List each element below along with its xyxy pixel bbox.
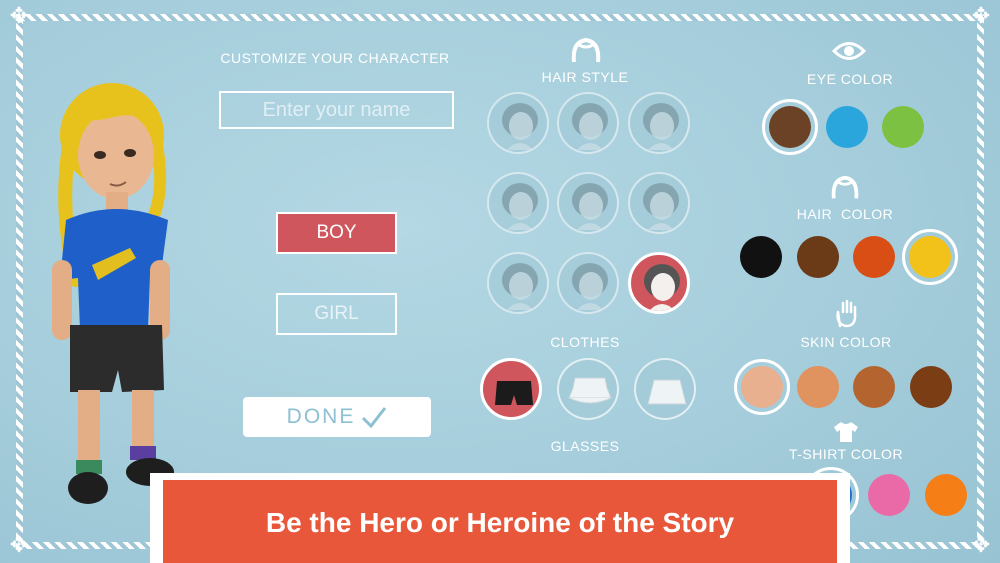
hair-color-icon: [831, 175, 859, 199]
checkmark-icon: [362, 407, 387, 428]
clothes-label: CLOTHES: [550, 334, 620, 350]
eye-color-label: EYE COLOR: [806, 71, 894, 87]
eye-color-swatch-1[interactable]: [769, 106, 811, 148]
hair-option-side-part[interactable]: [628, 172, 690, 234]
eye-icon: [832, 42, 866, 60]
glasses-label: GLASSES: [550, 438, 620, 454]
hair-color-swatch-3[interactable]: [853, 236, 895, 278]
done-button[interactable]: DONE: [243, 397, 431, 437]
skin-color-swatch-3[interactable]: [853, 366, 895, 408]
hair-color-swatch-2[interactable]: [797, 236, 839, 278]
hair-option-bob[interactable]: [487, 252, 549, 314]
corner-ornament-icon: ✥: [9, 4, 29, 29]
tshirt-color-swatch-3[interactable]: [925, 474, 967, 516]
tshirt-color-swatch-2[interactable]: [868, 474, 910, 516]
skin-color-swatch-1[interactable]: [741, 366, 783, 408]
girl-button[interactable]: GIRL: [276, 293, 397, 335]
hair-color-swatch-1[interactable]: [740, 236, 782, 278]
skin-color-label: SKIN COLOR: [800, 334, 892, 350]
hair-option-braids[interactable]: [628, 252, 690, 314]
clothes-option-plain-skirt[interactable]: [634, 358, 696, 420]
hair-color-swatch-4[interactable]: [909, 236, 951, 278]
hair-option-pigtails[interactable]: [557, 252, 619, 314]
clothes-option-ruffled-skirt[interactable]: [557, 358, 619, 420]
eye-color-swatch-3[interactable]: [882, 106, 924, 148]
hair-icon: [571, 37, 601, 63]
clothes-option-shorts[interactable]: [480, 358, 542, 420]
corner-ornament-icon: ✥: [971, 4, 991, 29]
name-input[interactable]: [219, 91, 454, 129]
hair-style-label: HAIR STYLE: [541, 69, 629, 85]
customize-title: CUSTOMIZE YOUR CHARACTER: [220, 50, 450, 66]
character-preview: [52, 83, 174, 504]
corner-ornament-icon: ✥: [9, 533, 29, 558]
skin-color-swatch-2[interactable]: [797, 366, 839, 408]
customize-screen: ✥ ✥ ✥ ✥ CUSTOMIZE YOUR CHARACTER Enter y…: [0, 0, 1000, 563]
promo-banner: Be the Hero or Heroine of the Story: [163, 480, 837, 563]
done-label: DONE: [286, 405, 356, 428]
skin-color-swatch-4[interactable]: [910, 366, 952, 408]
corner-ornament-icon: ✥: [971, 533, 991, 558]
tshirt-color-label: T-SHIRT COLOR: [788, 446, 904, 462]
hair-color-label: HAIR COLOR: [796, 206, 894, 222]
hair-option-long-straight[interactable]: [557, 92, 619, 154]
hand-icon: [836, 300, 857, 328]
hair-option-afro[interactable]: [487, 172, 549, 234]
tshirt-icon: [834, 422, 858, 442]
hair-option-buzz-cut[interactable]: [557, 172, 619, 234]
boy-button[interactable]: BOY: [276, 212, 397, 254]
eye-color-swatch-2[interactable]: [826, 106, 868, 148]
hair-option-short-crop[interactable]: [628, 92, 690, 154]
hair-option-curly-short[interactable]: [487, 92, 549, 154]
